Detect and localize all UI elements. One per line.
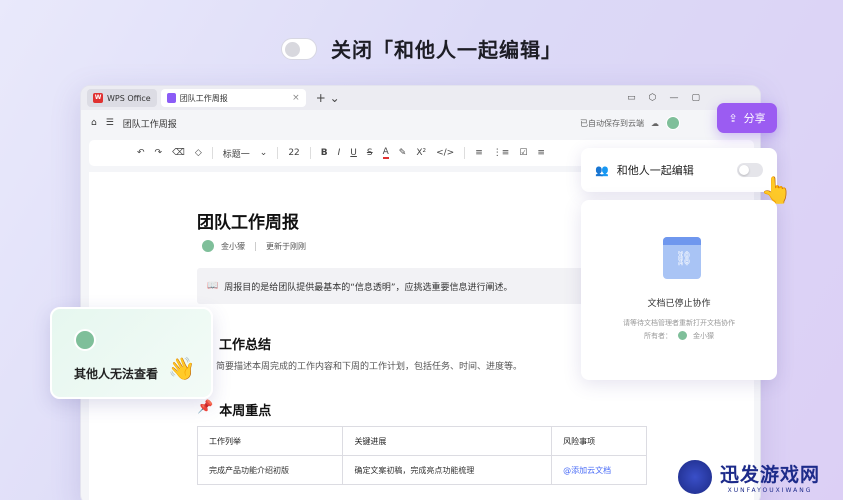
table-header[interactable]: 关键进展 [342, 426, 553, 456]
share-icon: ⇪ [728, 111, 738, 125]
tab-wps-label: WPS Office [107, 93, 151, 103]
share-button[interactable]: ⇪ 分享 [717, 103, 777, 133]
quote-block[interactable]: 📖 周报目的是给团队提供最基本的“信息透明”，应挑选重要信息进行阐述。 [197, 268, 589, 304]
tab-doc-label: 团队工作周报 [179, 93, 228, 103]
divider [255, 241, 256, 251]
section-title-summary[interactable]: 工作总结 [219, 334, 271, 353]
divider [464, 147, 466, 159]
tab-document[interactable]: 团队工作周报 × [160, 89, 306, 107]
divider [211, 147, 213, 159]
owner-label: 所有者： [644, 331, 672, 340]
underline-icon[interactable]: U [350, 148, 357, 158]
collab-toggle-switch[interactable] [737, 163, 763, 177]
section-title-focus[interactable]: 📌 本周重点 [197, 400, 271, 419]
table-header-row: 工作列举 关键进展 风险事项 [196, 426, 647, 456]
avatar [74, 329, 96, 351]
maximize-icon[interactable]: ▢ [691, 93, 700, 103]
document-title[interactable]: 团队工作周报 [197, 208, 299, 233]
tab-bar: W WPS Office 团队工作周报 × + ⌄ ▭ ⬡ — ▢ [81, 86, 760, 110]
section-summary-text[interactable]: 简要描述本周完成的工作内容和下周的工作计划，包括任务、时间、进度等。 [216, 359, 522, 372]
menu-icon[interactable]: ☰ [106, 118, 114, 128]
redo-icon[interactable]: ↷ [155, 148, 163, 158]
minimize-icon[interactable]: — [669, 93, 678, 103]
collab-stopped-panel: ⛓ 文档已停止协作 请等待文档管理者重新打开文档协作 所有者： 金小獴 [581, 200, 777, 380]
broken-link-icon: ⛓ [675, 251, 693, 267]
cloud-doc-icon: ⛓ [663, 237, 701, 279]
checkbox-icon[interactable]: ☑ [519, 148, 527, 158]
users-icon: 👥 [595, 163, 609, 177]
bullet-list-icon[interactable]: ≡ [475, 148, 483, 158]
stopped-desc: 请等待文档管理者重新打开文档协作 [623, 319, 735, 327]
align-icon[interactable]: ≡ [537, 148, 545, 158]
window-layout-icon[interactable]: ▭ [627, 93, 636, 103]
book-icon: 📖 [207, 281, 219, 291]
superscript-icon[interactable]: X² [416, 148, 426, 158]
divider [277, 147, 279, 159]
strikethrough-icon[interactable]: S [367, 148, 373, 158]
share-label: 分享 [743, 112, 766, 125]
watermark-en: XUNFAYOUXIWANG [727, 487, 813, 494]
watermark-logo-icon [676, 458, 714, 496]
toggle-switch-off[interactable] [281, 37, 317, 60]
address-bar: ⌂ ☰ 团队工作周报 已自动保存到云端 ☁ [81, 110, 760, 136]
no-view-card: 其他人无法查看 👋 [50, 307, 213, 399]
owner-avatar [677, 330, 688, 341]
divider [309, 147, 311, 159]
cube-icon[interactable]: ⬡ [649, 93, 657, 103]
table-cell[interactable]: 确定文案初稿，完成亮点功能梳理 [342, 455, 553, 485]
font-size-select[interactable]: 22 [288, 148, 299, 158]
wps-logo-icon: W [93, 93, 103, 103]
document-icon [166, 93, 176, 103]
close-icon[interactable]: × [292, 93, 300, 103]
italic-icon[interactable]: I [338, 148, 341, 158]
collab-toggle-card: 👥 和他人一起编辑 [581, 148, 777, 192]
address-doc-title: 团队工作周报 [122, 119, 177, 130]
hero-title: 关闭「和他人一起编辑」 [331, 38, 562, 62]
section-focus-label: 本周重点 [219, 404, 272, 419]
pin-icon: 📌 [197, 400, 214, 415]
save-status: 已自动保存到云端 [580, 118, 644, 128]
new-tab-button[interactable]: + ⌄ [316, 91, 340, 105]
code-icon[interactable]: </> [436, 148, 454, 158]
focus-table: 工作列举 关键进展 风险事项 完成产品功能介绍初版 确定文案初稿，完成亮点功能梳… [196, 426, 647, 485]
highlight-icon[interactable]: ✎ [399, 148, 407, 158]
author-name: 金小獴 [221, 241, 245, 251]
bold-icon[interactable]: B [321, 148, 328, 158]
table-header[interactable]: 风险事项 [551, 426, 647, 456]
collab-label: 和他人一起编辑 [616, 164, 694, 177]
undo-icon[interactable]: ↶ [137, 148, 145, 158]
chevron-down-icon[interactable]: ⌄ [260, 148, 268, 158]
table-row: 完成产品功能介绍初版 确定文案初稿，完成亮点功能梳理 @添加云文档 [196, 455, 647, 485]
updated-text: 更新于刚刚 [266, 241, 306, 251]
numbered-list-icon[interactable]: ⋮≡ [493, 148, 510, 158]
add-cloud-doc-link[interactable]: @添加云文档 [551, 455, 647, 485]
window-controls: ▭ ⬡ — ▢ [627, 93, 754, 103]
watermark-cn: 迅发游戏网 [720, 464, 821, 486]
cloud-icon[interactable]: ☁ [651, 119, 659, 128]
avatar[interactable] [666, 116, 680, 130]
stopped-title: 文档已停止协作 [647, 299, 711, 309]
eraser-icon[interactable]: ◇ [195, 148, 202, 158]
table-cell[interactable]: 完成产品功能介绍初版 [196, 455, 344, 485]
font-color-icon[interactable]: A [382, 147, 389, 159]
owner-name: 金小獴 [693, 331, 714, 340]
watermark: 迅发游戏网 XUNFAYOUXIWANG [676, 458, 820, 496]
table-header[interactable]: 工作列举 [196, 426, 344, 456]
home-icon[interactable]: ⌂ [91, 118, 97, 128]
author-avatar [201, 239, 215, 253]
no-view-text: 其他人无法查看 [74, 367, 159, 381]
quote-text: 周报目的是给团队提供最基本的“信息透明”，应挑选重要信息进行阐述。 [224, 282, 513, 293]
tab-wps-office[interactable]: W WPS Office [87, 89, 157, 107]
style-select[interactable]: 标题一 [223, 147, 250, 160]
wave-hand-icon: 👋 [168, 357, 196, 382]
author-row: 金小獴 更新于刚刚 [201, 239, 306, 253]
owner-row: 所有者： 金小獴 [581, 330, 777, 341]
hero-header: 关闭「和他人一起编辑」 [0, 34, 843, 63]
format-painter-icon[interactable]: ⌫ [172, 148, 185, 158]
watermark-text: 迅发游戏网 XUNFAYOUXIWANG [720, 460, 820, 494]
